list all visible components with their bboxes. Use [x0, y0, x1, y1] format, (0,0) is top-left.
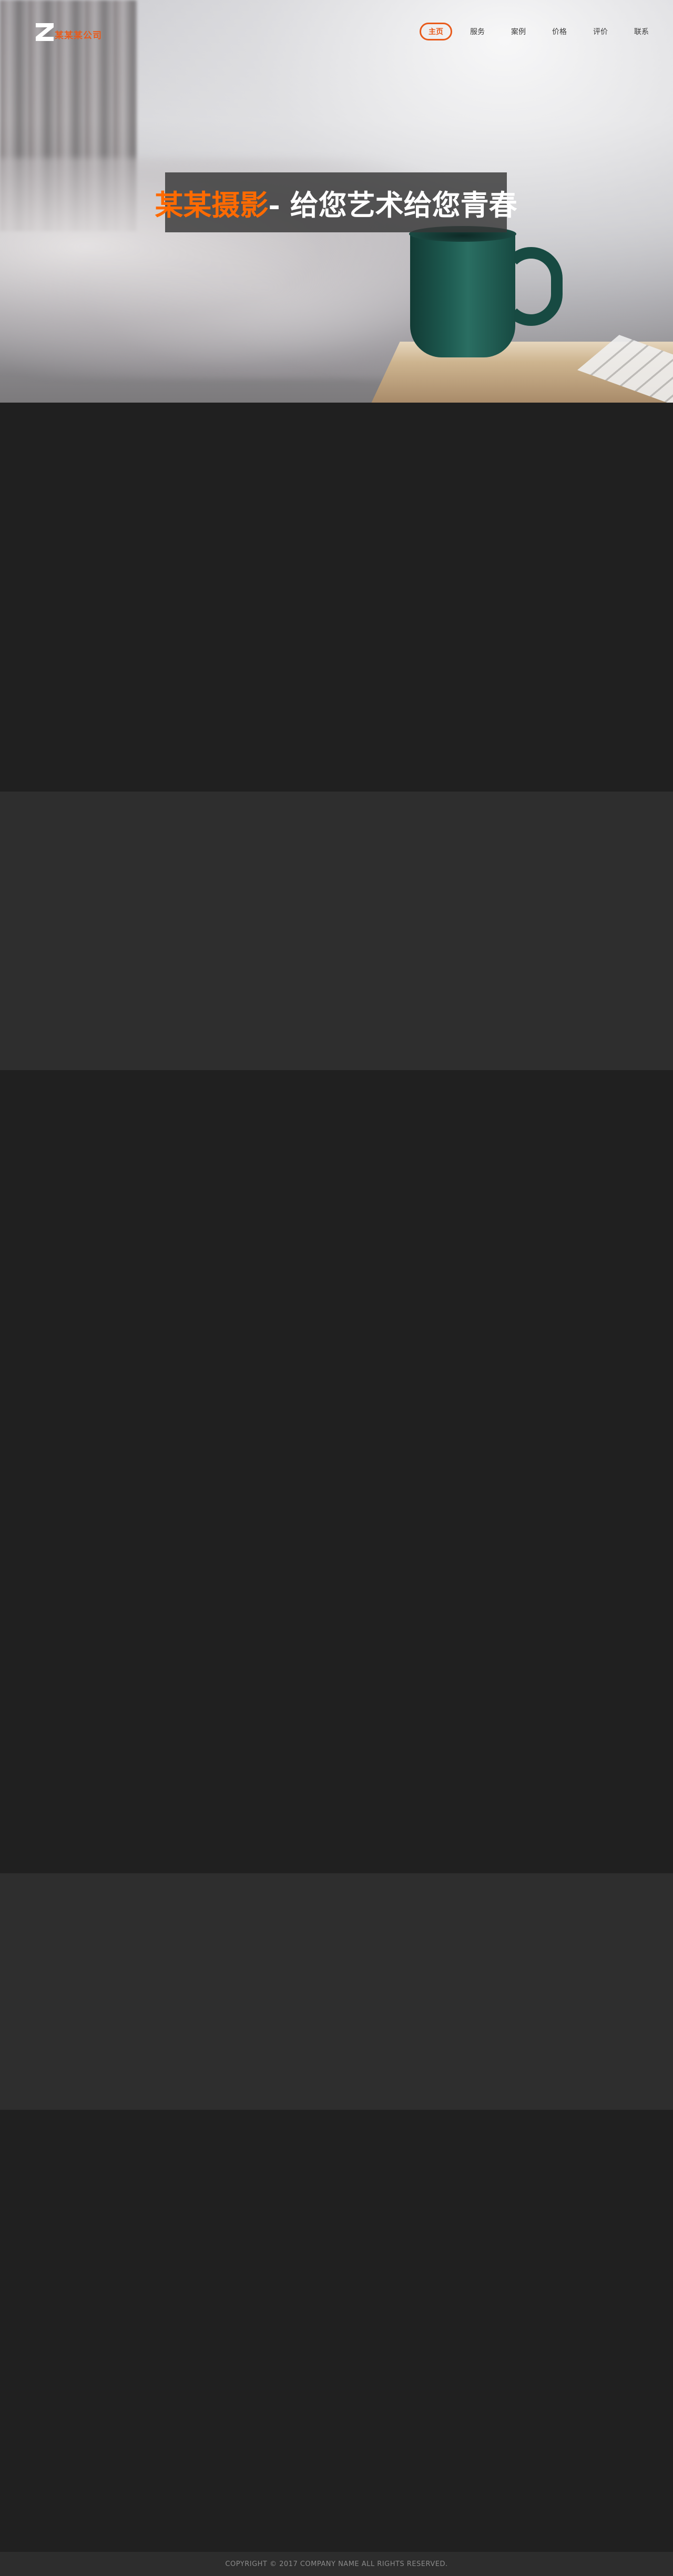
- content-section-2: [0, 792, 673, 1070]
- content-section-1: [0, 403, 673, 792]
- hero-title-accent: 某某摄影: [155, 188, 269, 222]
- nav-item-pricing[interactable]: 价格: [544, 23, 575, 40]
- nav-item-reviews[interactable]: 评价: [585, 23, 616, 40]
- nav-item-services[interactable]: 服务: [462, 23, 493, 40]
- content-section-3: [0, 1070, 673, 1873]
- nav-item-cases[interactable]: 案例: [503, 23, 534, 40]
- content-section-5: [0, 2110, 673, 2552]
- main-nav: 主页 服务 案例 价格 评价 联系: [420, 22, 667, 41]
- site-logo[interactable]: 某某某公司: [35, 21, 102, 43]
- nav-item-contact[interactable]: 联系: [626, 23, 657, 40]
- hero-title-rest: - 给您艺术给您青春: [268, 188, 517, 222]
- hero-background-mug: [410, 231, 515, 357]
- hero-title: 某某摄影 - 给您艺术给您青春: [155, 172, 517, 232]
- logo-text: 某某某公司: [55, 30, 102, 41]
- site-footer: COPYRIGHT © 2017 COMPANY NAME ALL RIGHTS…: [0, 2552, 673, 2576]
- logo-z-icon: [35, 22, 55, 42]
- footer-copyright: COPYRIGHT © 2017 COMPANY NAME ALL RIGHTS…: [225, 2560, 448, 2568]
- content-section-4: [0, 1873, 673, 2110]
- hero-section: 某某某公司 主页 服务 案例 价格 评价 联系 某某摄影 - 给您艺术给您青春: [0, 0, 673, 403]
- nav-item-home[interactable]: 主页: [420, 23, 452, 40]
- site-header: 某某某公司 主页 服务 案例 价格 评价 联系: [0, 0, 673, 63]
